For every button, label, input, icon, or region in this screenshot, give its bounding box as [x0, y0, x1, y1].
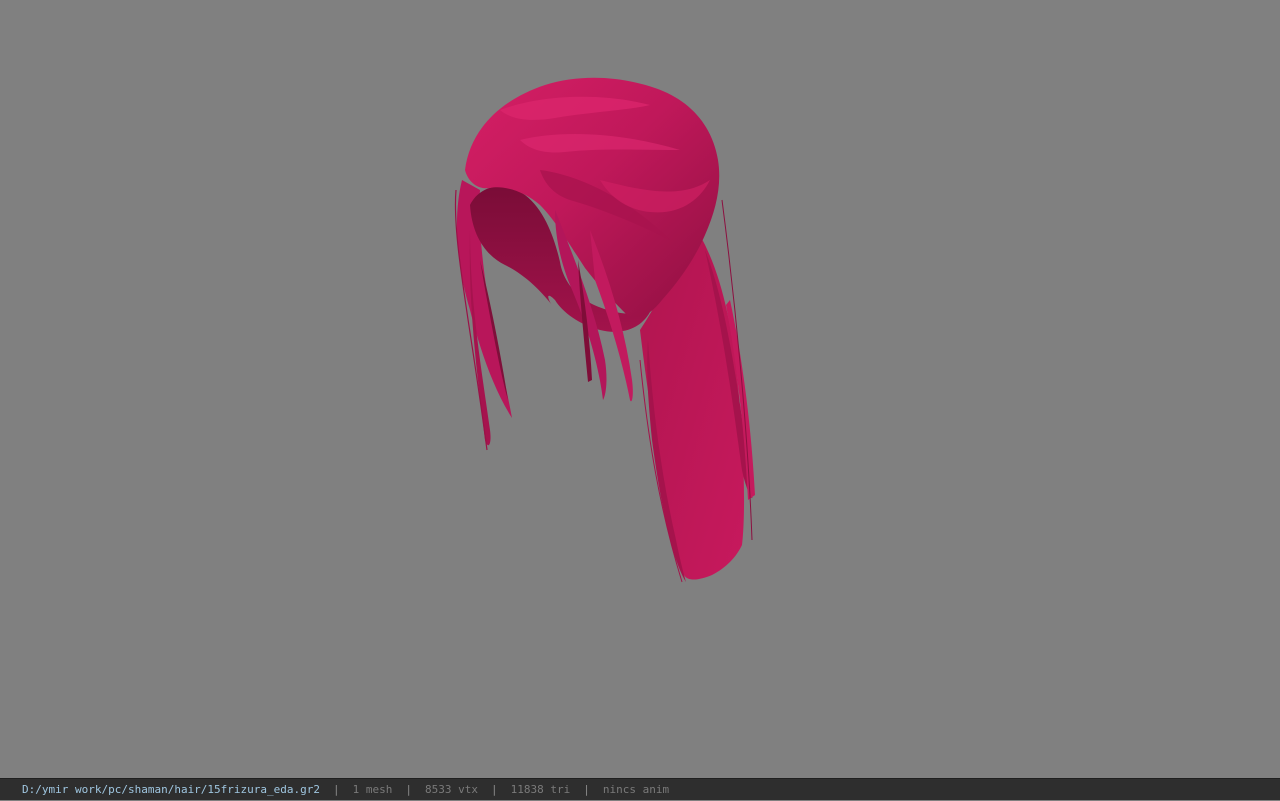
- animation-status: nincs anim: [602, 783, 670, 796]
- status-bar: D:/ymir work/pc/shaman/hair/15frizura_ed…: [0, 778, 1280, 800]
- separator: |: [333, 783, 340, 796]
- separator: |: [583, 783, 590, 796]
- vertex-count: 8533 vtx: [425, 783, 478, 796]
- 3d-viewport[interactable]: [0, 0, 1280, 778]
- hair-model[interactable]: [0, 0, 1280, 778]
- triangle-count: 11838 tri: [510, 783, 571, 796]
- separator: |: [405, 783, 413, 796]
- separator: |: [491, 783, 498, 796]
- mesh-count: 1 mesh: [352, 783, 393, 796]
- file-path: D:/ymir work/pc/shaman/hair/15frizura_ed…: [22, 783, 321, 796]
